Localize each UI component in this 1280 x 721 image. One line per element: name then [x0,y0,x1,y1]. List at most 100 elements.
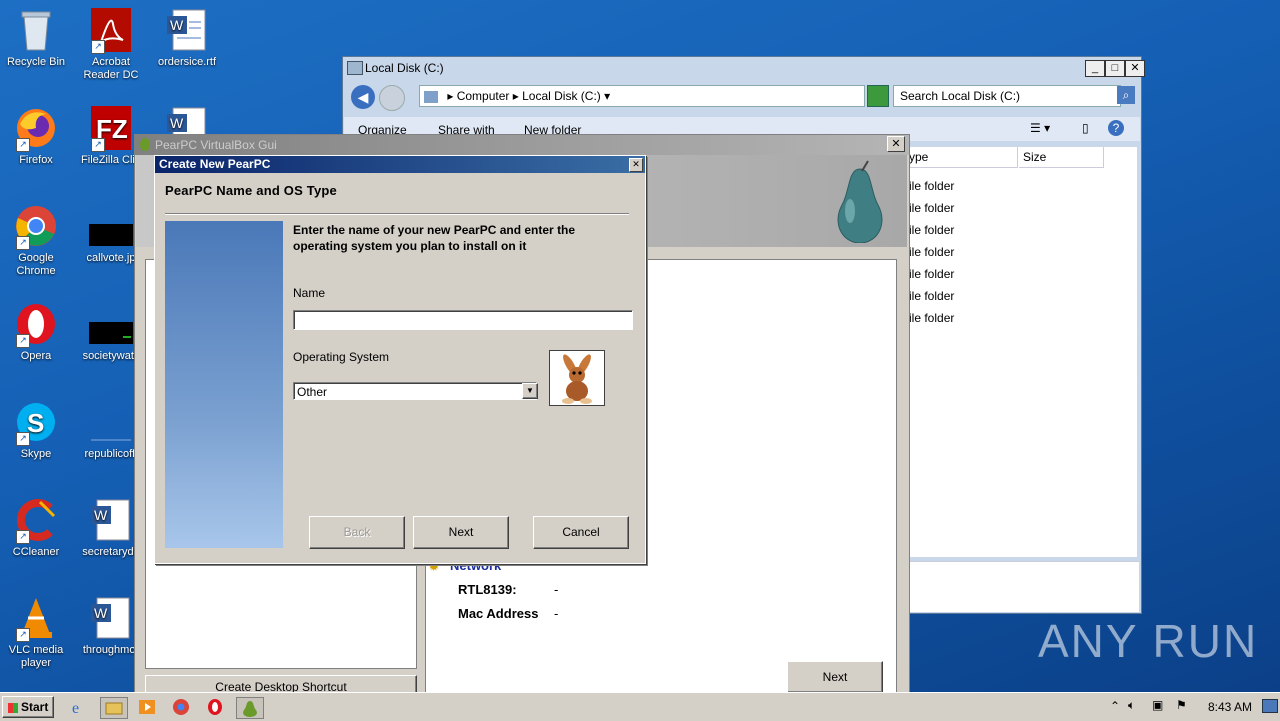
search-icon[interactable]: ⌕ [1117,86,1135,104]
column-header-size[interactable]: Size [1019,147,1104,168]
explorer-taskbar-icon[interactable] [100,697,128,719]
action-center-flag-icon[interactable]: ⚑ [1176,698,1187,712]
svg-text:W: W [170,115,184,131]
table-row[interactable]: ile folder [909,245,954,259]
table-row[interactable]: ile folder [909,201,954,215]
back-button[interactable]: ◀ [351,85,375,109]
table-row[interactable]: ile folder [909,223,954,237]
breadcrumb-local-disk[interactable]: Local Disk (C:) [522,89,601,103]
dialog-side-image [165,221,283,548]
start-button[interactable]: Start [2,696,54,718]
vlc-icon: ↗ [14,596,58,642]
desktop-icon-skype[interactable]: S ↗ Skype [0,400,74,461]
shortcut-arrow-icon: ↗ [16,236,30,250]
rtl8139-label: RTL8139: [458,582,517,597]
mac-address-label: Mac Address [458,606,539,621]
minimize-button[interactable]: _ [1085,60,1105,77]
pearpc-gui-title-bar[interactable]: PearPC VirtualBox Gui [135,135,909,155]
shortcut-arrow-icon: ↗ [91,40,105,54]
image-file-icon [89,302,133,346]
opera-icon: ↗ [14,302,58,348]
os-select-value: Other [297,385,328,399]
shortcut-arrow-icon: ↗ [91,138,105,152]
close-button[interactable]: ✕ [1125,60,1145,77]
network-tray-icon[interactable]: ▣ [1152,698,1163,712]
desktop-icon-chrome[interactable]: ↗ Google Chrome [0,204,74,278]
chrome-taskbar-icon[interactable] [168,697,194,717]
word-document-icon: W [89,596,133,640]
volume-icon[interactable]: 🔈︎ [1128,698,1135,713]
computer-icon [424,90,438,103]
dialog-heading: PearPC Name and OS Type [165,183,337,198]
forward-button[interactable] [379,85,405,111]
dialog-separator [165,213,629,215]
breadcrumb-computer[interactable]: Computer [457,89,510,103]
table-row[interactable]: ile folder [909,311,954,325]
create-pearpc-dialog: Create New PearPC ✕ PearPC Name and OS T… [154,155,646,564]
os-select[interactable]: Other ▼ [293,382,538,400]
maximize-button[interactable]: □ [1105,60,1125,77]
filezilla-icon: FZ ↗ [89,106,133,152]
pearpc-taskbar-icon[interactable] [236,697,264,719]
help-icon[interactable]: ? [1108,120,1124,136]
file-list: ype Size ile folder ile folder ile folde… [909,147,1137,557]
desktop-icon-recycle-bin[interactable]: Recycle Bin [0,8,74,69]
show-hidden-icons-icon[interactable]: ⌃ [1110,699,1120,713]
desktop-icon-ccleaner[interactable]: ↗ CCleaner [0,498,74,559]
explorer-title: Local Disk (C:) [365,61,444,75]
chevron-down-icon[interactable]: ▼ [522,383,538,399]
chrome-icon: ↗ [14,204,58,250]
acrobat-icon: ↗ [89,8,133,54]
skype-icon: S ↗ [14,400,58,446]
desktop-icon-acrobat[interactable]: ↗ Acrobat Reader DC [73,8,149,82]
search-input[interactable]: Search Local Disk (C:) [893,85,1121,107]
table-row[interactable]: ile folder [909,179,954,193]
svg-text:W: W [170,17,184,33]
dialog-title-bar[interactable]: Create New PearPC [155,156,645,173]
os-label: Operating System [293,350,390,364]
gui-close-button[interactable]: ✕ [887,136,905,152]
word-document-icon: W [165,8,209,52]
arrow-left-icon: ◀ [357,89,369,105]
recycle-bin-icon [14,8,58,52]
desktop-icon-ordersice[interactable]: W ordersice.rtf [149,8,225,69]
media-player-taskbar-icon[interactable] [134,697,160,717]
mac-address-value: - [554,606,559,621]
cancel-button[interactable]: Cancel [533,516,629,549]
dialog-instruction: Enter the name of your new PearPC and en… [293,223,576,253]
drive-icon [347,61,363,75]
name-label: Name [293,286,326,300]
ie-taskbar-icon[interactable]: e [66,697,92,717]
preview-pane-icon[interactable]: ▯ [1082,121,1089,135]
column-header-type[interactable]: ype [909,147,1018,168]
shortcut-arrow-icon: ↗ [16,432,30,446]
refresh-button[interactable] [867,85,889,107]
svg-text:W: W [94,507,108,523]
clock[interactable]: 8:43 AM [1208,700,1252,714]
opera-taskbar-icon[interactable] [202,697,228,717]
back-button[interactable]: Back [309,516,405,549]
next-button[interactable]: Next [413,516,509,549]
bunny-mascot-icon [562,354,592,404]
table-row[interactable]: ile folder [909,267,954,281]
svg-text:W: W [94,605,108,621]
details-pane [909,561,1139,612]
address-bar[interactable]: ▸ Computer ▸ Local Disk (C:) ▾ [419,85,865,107]
gui-next-button[interactable]: Next [787,661,883,693]
pear-small-icon [140,138,150,151]
svg-text:e: e [72,700,79,717]
desktop-icon-opera[interactable]: ↗ Opera [0,302,74,363]
view-options-icon[interactable]: ☰ ▾ [1030,121,1050,135]
show-desktop-button[interactable] [1262,699,1278,713]
dialog-close-button[interactable]: ✕ [629,158,643,172]
explorer-title-bar[interactable]: Local Disk (C:) [343,57,1141,79]
rtl8139-value: - [554,582,559,597]
desktop-icon-firefox[interactable]: ↗ Firefox [0,106,74,167]
shortcut-arrow-icon: ↗ [16,334,30,348]
dialog-title: Create New PearPC [159,157,271,171]
table-row[interactable]: ile folder [909,289,954,303]
windows-logo-icon [7,702,18,713]
desktop-icon-vlc[interactable]: ↗ VLC media player [0,596,74,670]
name-input[interactable] [293,310,633,330]
shortcut-arrow-icon: ↗ [16,628,30,642]
